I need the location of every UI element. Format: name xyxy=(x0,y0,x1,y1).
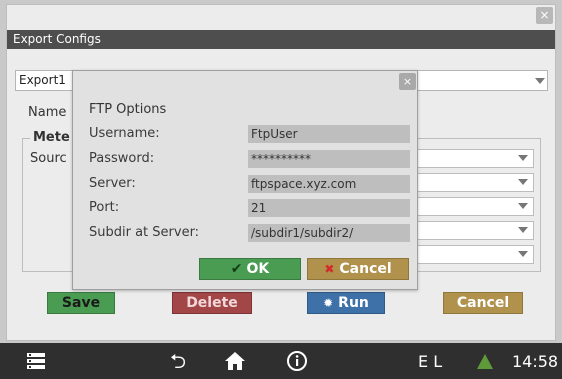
chevron-down-icon[interactable] xyxy=(518,227,528,233)
gear-icon: ✹ xyxy=(323,296,334,310)
dialog-cancel-button[interactable]: ✖ Cancel xyxy=(307,258,409,280)
source-label: Sourc xyxy=(30,151,67,166)
chevron-down-icon[interactable] xyxy=(518,251,528,257)
chevron-down-icon[interactable] xyxy=(535,78,545,84)
warning-icon[interactable] xyxy=(476,352,494,374)
ok-button[interactable]: ✔ OK xyxy=(199,258,301,280)
taskbar: ⮌ E L 14:58 xyxy=(0,343,562,379)
config-select-value: Export1 xyxy=(19,73,66,87)
subdir-field[interactable]: /subdir1/subdir2/ xyxy=(248,224,410,242)
bg-select-3[interactable] xyxy=(410,197,534,216)
home-icon[interactable] xyxy=(224,350,246,376)
chevron-down-icon[interactable] xyxy=(518,179,528,185)
window-title: Export Configs xyxy=(7,30,555,49)
save-button[interactable]: Save xyxy=(47,292,115,314)
password-field[interactable]: ********** xyxy=(248,150,410,168)
delete-button[interactable]: Delete xyxy=(172,292,252,314)
subdir-label: Subdir at Server: xyxy=(89,225,200,240)
server-field[interactable]: ftpspace.xyz.com xyxy=(248,175,410,193)
back-icon[interactable]: ⮌ xyxy=(170,350,186,372)
bg-select-5[interactable] xyxy=(410,245,534,264)
password-label: Password: xyxy=(89,151,155,166)
port-label: Port: xyxy=(89,200,120,215)
port-field[interactable]: 21 xyxy=(248,199,410,217)
username-field[interactable]: FtpUser xyxy=(248,125,410,143)
dialog-cancel-label: Cancel xyxy=(339,261,392,277)
window-close-button[interactable]: × xyxy=(536,7,553,24)
close-icon: × xyxy=(539,8,550,22)
checkmark-icon: ✔ xyxy=(230,261,243,277)
chevron-down-icon[interactable] xyxy=(518,203,528,209)
bg-select-4[interactable] xyxy=(410,221,534,240)
server-label: Server: xyxy=(89,176,136,191)
ok-label: OK xyxy=(246,261,270,277)
ftp-options-dialog: × FTP Options Username: FtpUser Password… xyxy=(72,70,418,290)
bg-select-1[interactable] xyxy=(410,149,534,168)
status-letters: E L xyxy=(418,352,443,371)
dialog-close-button[interactable]: × xyxy=(399,73,416,90)
chevron-down-icon[interactable] xyxy=(518,155,528,161)
name-label: Name xyxy=(28,105,67,120)
info-icon[interactable] xyxy=(286,350,308,376)
run-button[interactable]: ✹ Run xyxy=(307,292,385,314)
username-label: Username: xyxy=(89,126,160,141)
dialog-title: FTP Options xyxy=(89,102,167,117)
close-icon: × xyxy=(402,75,413,88)
run-label: Run xyxy=(338,295,369,311)
menu-icon[interactable] xyxy=(26,351,46,375)
clock: 14:58 xyxy=(512,352,559,371)
cancel-button[interactable]: Cancel xyxy=(443,292,523,314)
cross-icon: ✖ xyxy=(324,262,335,276)
bg-select-2[interactable] xyxy=(410,173,534,192)
meteo-label: Mete xyxy=(30,130,73,145)
